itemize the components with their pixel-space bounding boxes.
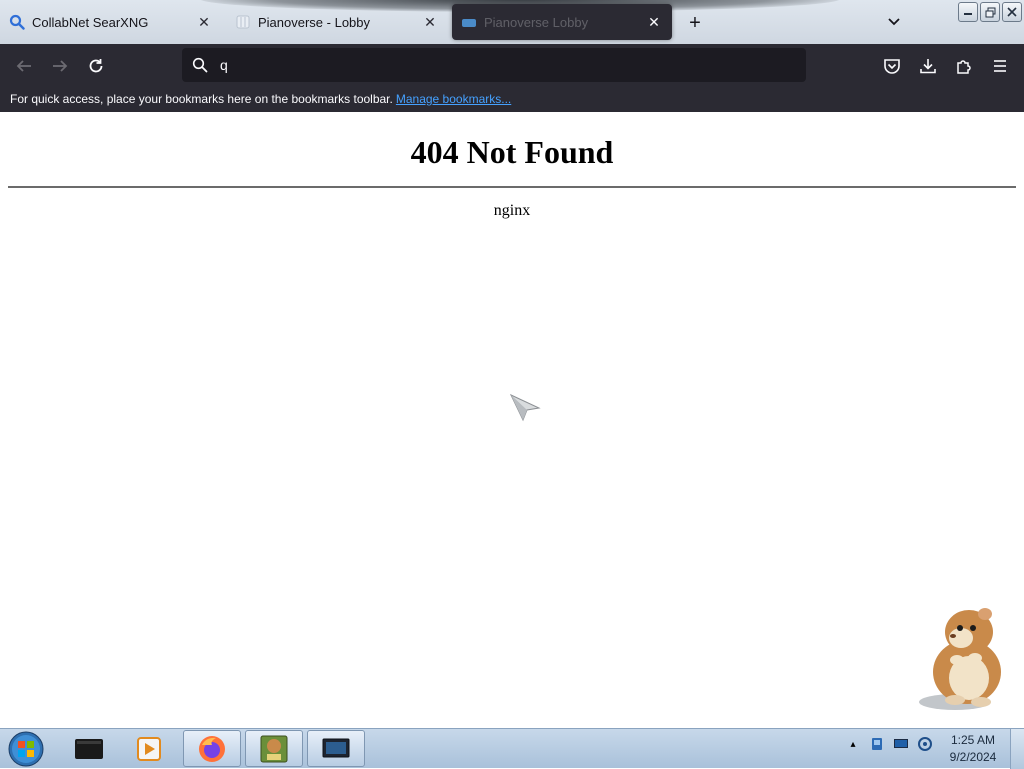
server-name: nginx xyxy=(493,202,531,219)
close-tab-icon[interactable]: ✕ xyxy=(420,12,440,32)
globe-icon xyxy=(460,13,478,31)
menu-button[interactable] xyxy=(986,52,1014,80)
display-icon[interactable] xyxy=(892,735,910,753)
taskbar-media-player[interactable] xyxy=(120,730,178,767)
taskbar-monitor[interactable] xyxy=(307,730,365,767)
tab-strip: CollabNet SearXNG ✕ Pianoverse - Lobby ✕… xyxy=(0,0,1024,44)
page-content: 404 Not Found nginx xyxy=(0,112,1024,728)
page-heading: 404 Not Found xyxy=(410,134,614,170)
pocket-icon xyxy=(884,59,900,74)
media-player-icon xyxy=(137,736,161,761)
address-bar[interactable] xyxy=(182,48,806,82)
pocket-button[interactable] xyxy=(878,52,906,80)
navigation-toolbar xyxy=(0,44,1024,86)
windows-start-orb-icon xyxy=(8,731,44,767)
reload-icon xyxy=(89,59,103,73)
new-tab-button[interactable]: + xyxy=(682,10,708,36)
hamster-mascot-icon xyxy=(915,602,1015,717)
clock-time: 1:25 AM xyxy=(950,733,996,747)
puzzle-icon xyxy=(957,60,971,74)
tab-collabnet-searxng[interactable]: CollabNet SearXNG ✕ xyxy=(0,4,222,40)
monitor-icon xyxy=(322,738,350,757)
firefox-icon xyxy=(199,735,225,762)
tab-title: Pianoverse - Lobby xyxy=(258,14,371,30)
volume-icon[interactable] xyxy=(916,735,934,753)
start-button[interactable] xyxy=(6,730,46,768)
list-all-tabs-button[interactable] xyxy=(882,10,906,34)
restore-button[interactable] xyxy=(980,2,1000,22)
forward-button[interactable] xyxy=(46,52,74,80)
minimize-button[interactable] xyxy=(958,2,978,22)
search-icon xyxy=(190,55,210,75)
tab-title: CollabNet SearXNG xyxy=(32,14,149,30)
tab-title: Pianoverse Lobby xyxy=(484,14,589,30)
url-input[interactable] xyxy=(218,56,778,74)
chevron-down-icon xyxy=(888,18,900,26)
bookmarks-toolbar: For quick access, place your bookmarks h… xyxy=(0,86,1024,112)
extensions-button[interactable] xyxy=(950,52,978,80)
divider xyxy=(8,186,1016,188)
download-icon xyxy=(920,59,936,74)
reload-button[interactable] xyxy=(82,52,110,80)
forward-arrow-icon xyxy=(53,60,68,72)
search-icon xyxy=(8,13,26,31)
taskbar-clock[interactable]: 1:25 AM 9/2/2024 xyxy=(938,732,1008,766)
terminal-icon xyxy=(75,738,103,759)
bookmarks-hint-text: For quick access, place your bookmarks h… xyxy=(10,92,393,106)
close-window-button[interactable] xyxy=(1002,2,1022,22)
tab-active[interactable]: Pianoverse Lobby ✕ xyxy=(452,4,672,40)
show-hidden-icons-button[interactable]: ▴ xyxy=(844,735,862,753)
taskbar-game-box[interactable] xyxy=(245,730,303,767)
mouse-cursor-icon xyxy=(508,392,542,427)
network-icon[interactable] xyxy=(868,735,886,753)
show-desktop-button[interactable] xyxy=(1010,729,1024,769)
close-tab-icon[interactable]: ✕ xyxy=(644,12,664,32)
close-tab-icon[interactable]: ✕ xyxy=(194,12,214,32)
taskbar-terminal[interactable] xyxy=(60,730,118,767)
tab-pianoverse-lobby[interactable]: Pianoverse - Lobby ✕ xyxy=(226,4,448,40)
game-box-icon xyxy=(260,735,288,762)
window-controls xyxy=(958,2,1022,22)
manage-bookmarks-link[interactable]: Manage bookmarks... xyxy=(396,92,511,106)
taskbar-firefox[interactable] xyxy=(183,730,241,767)
system-tray: ▴ xyxy=(844,735,934,753)
windows-taskbar: ▴ 1:25 AM 9/2/2024 xyxy=(0,728,1024,769)
piano-icon xyxy=(234,13,252,31)
back-arrow-icon xyxy=(16,60,31,72)
back-button[interactable] xyxy=(10,52,38,80)
clock-date: 9/2/2024 xyxy=(949,750,997,764)
downloads-button[interactable] xyxy=(914,52,942,80)
hamburger-menu-icon xyxy=(994,60,1006,72)
